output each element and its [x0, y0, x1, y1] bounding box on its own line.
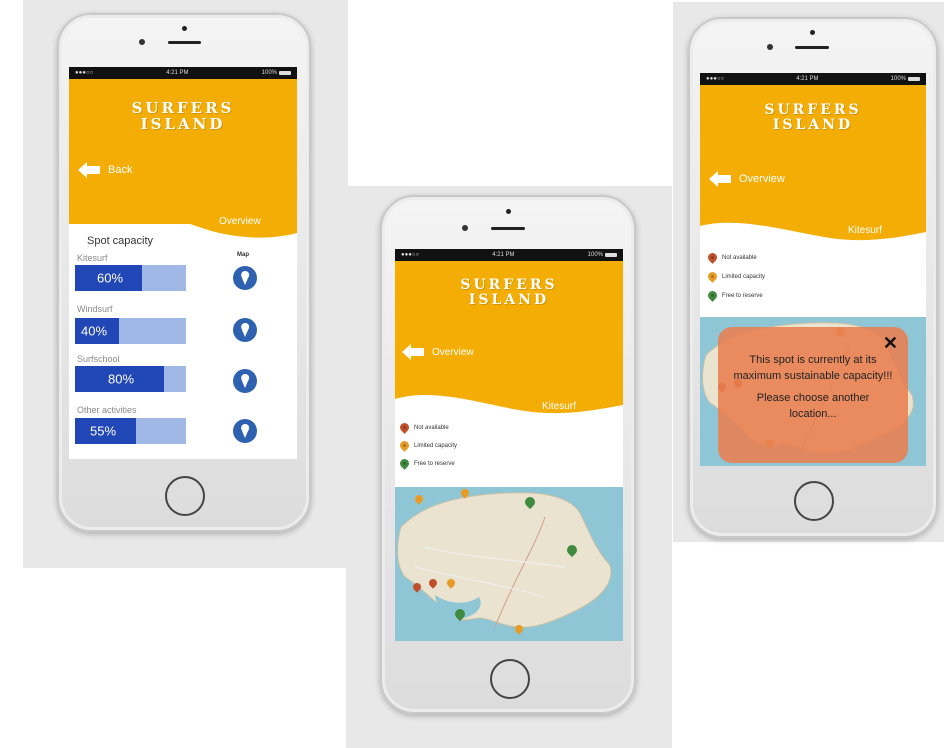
home-button[interactable] [490, 659, 530, 699]
battery-icon [908, 77, 920, 81]
capacity-alert-popup: ✕ This spot is currently at its maximum … [718, 327, 908, 463]
activity-label: Kitesurf [542, 401, 576, 412]
status-bar: ●●●○○ 4:21 PM 100% [395, 249, 623, 261]
green-pin-icon [398, 457, 411, 470]
activity-label: Surfschool [77, 354, 120, 364]
overview-label: Overview [739, 173, 785, 185]
front-camera [462, 225, 468, 231]
capacity-percent: 55% [90, 423, 117, 439]
capacity-bar: 80% [75, 366, 186, 392]
battery-indicator: 100% [891, 76, 920, 82]
legend-item: Limited capacity [398, 439, 457, 452]
app-title: SURFERS ISLAND [131, 99, 235, 133]
header-wave [700, 218, 926, 241]
status-time: 4:21 PM [796, 76, 819, 82]
legend-item: Free to reserve [398, 457, 457, 470]
capacity-title: Spot capacity [87, 235, 154, 247]
back-arrow-icon [402, 344, 424, 360]
carrier-signal: ●●●○○ [706, 76, 725, 82]
speaker-grille [168, 41, 201, 44]
map-legend: Not available Limited capacity Free to r… [706, 251, 765, 302]
orange-pin-icon [706, 270, 719, 283]
battery-indicator: 100% [588, 252, 617, 258]
map-pin-button[interactable] [233, 318, 257, 342]
status-time: 4:21 PM [492, 252, 515, 258]
activity-label: Kitesurf [77, 253, 108, 263]
phone-screen-3: ●●●○○ 4:21 PM 100% SURFERS ISLAND Overvi… [700, 73, 926, 466]
activity-label: Other activities [77, 405, 137, 415]
phone-frame-2: ●●●○○ 4:21 PM 100% SURFERS ISLAND Overvi… [380, 195, 636, 714]
capacity-bar: 60% [75, 265, 186, 291]
legend-item: Limited capacity [706, 270, 765, 283]
map-column-label: Map [237, 252, 249, 258]
red-pin-icon [706, 251, 719, 264]
overview-back-button[interactable]: Overview [402, 344, 474, 360]
carrier-signal: ●●●○○ [75, 70, 94, 76]
overview-back-button[interactable]: Overview [709, 171, 785, 187]
battery-icon [279, 71, 291, 75]
capacity-percent: 60% [97, 270, 124, 286]
phone-frame-3: ●●●○○ 4:21 PM 100% SURFERS ISLAND Overvi… [688, 17, 938, 538]
battery-indicator: 100% [262, 70, 291, 76]
phone-screen-1: ●●●○○ 4:21 PM 100% SURFERS ISLAND .p1a:b… [69, 67, 297, 459]
back-arrow-icon [709, 171, 731, 187]
map-pin-button[interactable] [233, 419, 257, 443]
activity-label: Kitesurf [848, 225, 882, 236]
carrier-signal: ●●●○○ [401, 252, 420, 258]
home-button[interactable] [794, 481, 834, 521]
map-legend: Not available Limited capacity Free to r… [398, 421, 457, 470]
front-camera [139, 39, 145, 45]
camera-dot [506, 209, 511, 214]
home-button[interactable] [165, 476, 205, 516]
app-title: SURFERS ISLAND [764, 102, 862, 133]
status-bar: ●●●○○ 4:21 PM 100% [700, 73, 926, 85]
battery-icon [605, 253, 617, 257]
status-bar: ●●●○○ 4:21 PM 100% [69, 67, 297, 79]
speaker-grille [795, 46, 829, 49]
capacity-bar: 55% [75, 418, 186, 444]
back-arrow-icon: .p1a:before{} [78, 162, 100, 178]
island-map[interactable] [395, 487, 623, 641]
overview-label: Overview [432, 346, 474, 358]
popup-message: This spot is currently at its maximum su… [733, 354, 893, 382]
legend-item: Not available [398, 421, 457, 434]
capacity-bar: 40% [75, 318, 186, 344]
red-pin-icon [398, 421, 411, 434]
front-camera [767, 44, 773, 50]
phone-screen-2: ●●●○○ 4:21 PM 100% SURFERS ISLAND Overvi… [395, 249, 623, 641]
capacity-percent: 40% [81, 323, 108, 339]
island-map-graphic [397, 492, 612, 628]
status-time: 4:21 PM [166, 70, 189, 76]
camera-dot [182, 26, 187, 31]
green-pin-icon [706, 289, 719, 302]
legend-item: Not available [706, 251, 765, 264]
camera-dot [810, 30, 815, 35]
back-button[interactable]: .p1a:before{} Back [78, 162, 132, 178]
map-pin-button[interactable] [233, 369, 257, 393]
close-icon[interactable]: ✕ [883, 333, 898, 354]
speaker-grille [491, 227, 525, 230]
popup-hint: Please choose another location... [756, 391, 870, 420]
activity-label: Windsurf [77, 304, 113, 314]
back-label: Back [108, 164, 133, 176]
app-title: SURFERS ISLAND [460, 277, 558, 308]
overview-tab[interactable]: Overview [219, 216, 261, 227]
phone-frame-1: ●●●○○ 4:21 PM 100% SURFERS ISLAND .p1a:b… [57, 13, 311, 532]
legend-item: Free to reserve [706, 289, 765, 302]
map-pin-button[interactable] [233, 266, 257, 290]
capacity-percent: 80% [108, 371, 135, 387]
orange-pin-icon [398, 439, 411, 452]
